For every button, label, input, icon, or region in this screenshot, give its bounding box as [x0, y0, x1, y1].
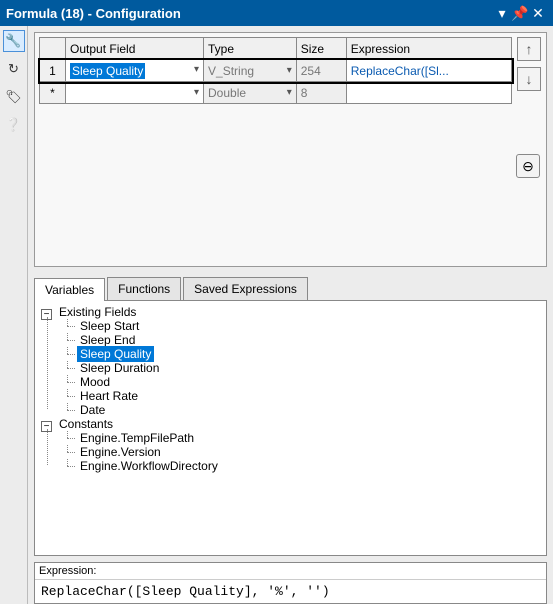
move-up-button[interactable]: ↑	[517, 37, 541, 61]
cell-expression[interactable]: ReplaceChar([Sl...	[346, 60, 511, 82]
tree-leaf[interactable]: Mood	[55, 375, 546, 389]
row-index: 1	[40, 60, 66, 82]
variables-tree[interactable]: −Existing FieldsSleep StartSleep EndSlee…	[34, 301, 547, 556]
cell-expression[interactable]	[346, 82, 511, 104]
expression-label: Expression:	[35, 563, 546, 580]
expression-panel: Expression:	[34, 562, 547, 604]
fields-grid[interactable]: Output Field Type Size Expression 1 Slee…	[39, 37, 512, 104]
cell-type[interactable]: V_String ▾	[204, 60, 297, 82]
pin-icon[interactable]: 📌	[511, 6, 529, 20]
tree-leaf[interactable]: Heart Rate	[55, 389, 546, 403]
dropdown-icon[interactable]: ▾	[493, 6, 511, 20]
titlebar: Formula (18) - Configuration ▾ 📌 ✕	[0, 0, 553, 26]
cell-output-field[interactable]: ▾	[66, 82, 204, 104]
move-down-button[interactable]: ↓	[517, 67, 541, 91]
tree-leaf[interactable]: Engine.WorkflowDirectory	[55, 459, 546, 473]
tab-saved-expressions[interactable]: Saved Expressions	[183, 277, 308, 300]
remove-row-button[interactable]: ⊖	[516, 154, 540, 178]
wrench-icon[interactable]: 🔧	[3, 30, 25, 52]
fields-grid-panel: Output Field Type Size Expression 1 Slee…	[34, 32, 547, 267]
tree-leaf[interactable]: Sleep End	[55, 333, 546, 347]
chevron-down-icon[interactable]: ▾	[194, 86, 199, 100]
chevron-down-icon[interactable]: ▾	[287, 86, 292, 100]
tab-functions[interactable]: Functions	[107, 277, 181, 300]
tree-leaf[interactable]: Engine.Version	[55, 445, 546, 459]
tab-bar: Variables Functions Saved Expressions	[34, 277, 547, 301]
table-row[interactable]: 1 Sleep Quality ▾ V_String ▾ 254 Replace…	[40, 60, 512, 82]
row-header-blank	[40, 38, 66, 60]
col-size[interactable]: Size	[296, 38, 346, 60]
panel-title: Formula (18) - Configuration	[6, 6, 493, 21]
close-icon[interactable]: ✕	[529, 6, 547, 20]
tree-leaf[interactable]: Sleep Duration	[55, 361, 546, 375]
cell-size[interactable]: 254	[296, 60, 346, 82]
expression-input[interactable]	[35, 580, 546, 603]
cell-size[interactable]: 8	[296, 82, 346, 104]
row-index: *	[40, 82, 66, 104]
col-type[interactable]: Type	[204, 38, 297, 60]
tree-leaf[interactable]: Date	[55, 403, 546, 417]
chevron-down-icon[interactable]: ▾	[194, 63, 199, 77]
tree-leaf[interactable]: Sleep Start	[55, 319, 546, 333]
help-icon[interactable]: ❔	[3, 114, 25, 136]
table-row[interactable]: * ▾ Double ▾ 8	[40, 82, 512, 104]
cell-output-field[interactable]: Sleep Quality ▾	[66, 60, 204, 82]
tab-variables[interactable]: Variables	[34, 278, 105, 301]
cell-type[interactable]: Double ▾	[204, 82, 297, 104]
tree-leaf[interactable]: Engine.TempFilePath	[55, 431, 546, 445]
col-output-field[interactable]: Output Field	[66, 38, 204, 60]
col-expression[interactable]: Expression	[346, 38, 511, 60]
chevron-down-icon[interactable]: ▾	[287, 64, 292, 78]
refresh-icon[interactable]: ↻	[3, 58, 25, 80]
tool-sidebar: 🔧 ↻ 🏷 ❔	[0, 26, 28, 604]
tag-icon[interactable]: 🏷	[3, 86, 25, 108]
tree-leaf[interactable]: Sleep Quality	[55, 347, 546, 361]
